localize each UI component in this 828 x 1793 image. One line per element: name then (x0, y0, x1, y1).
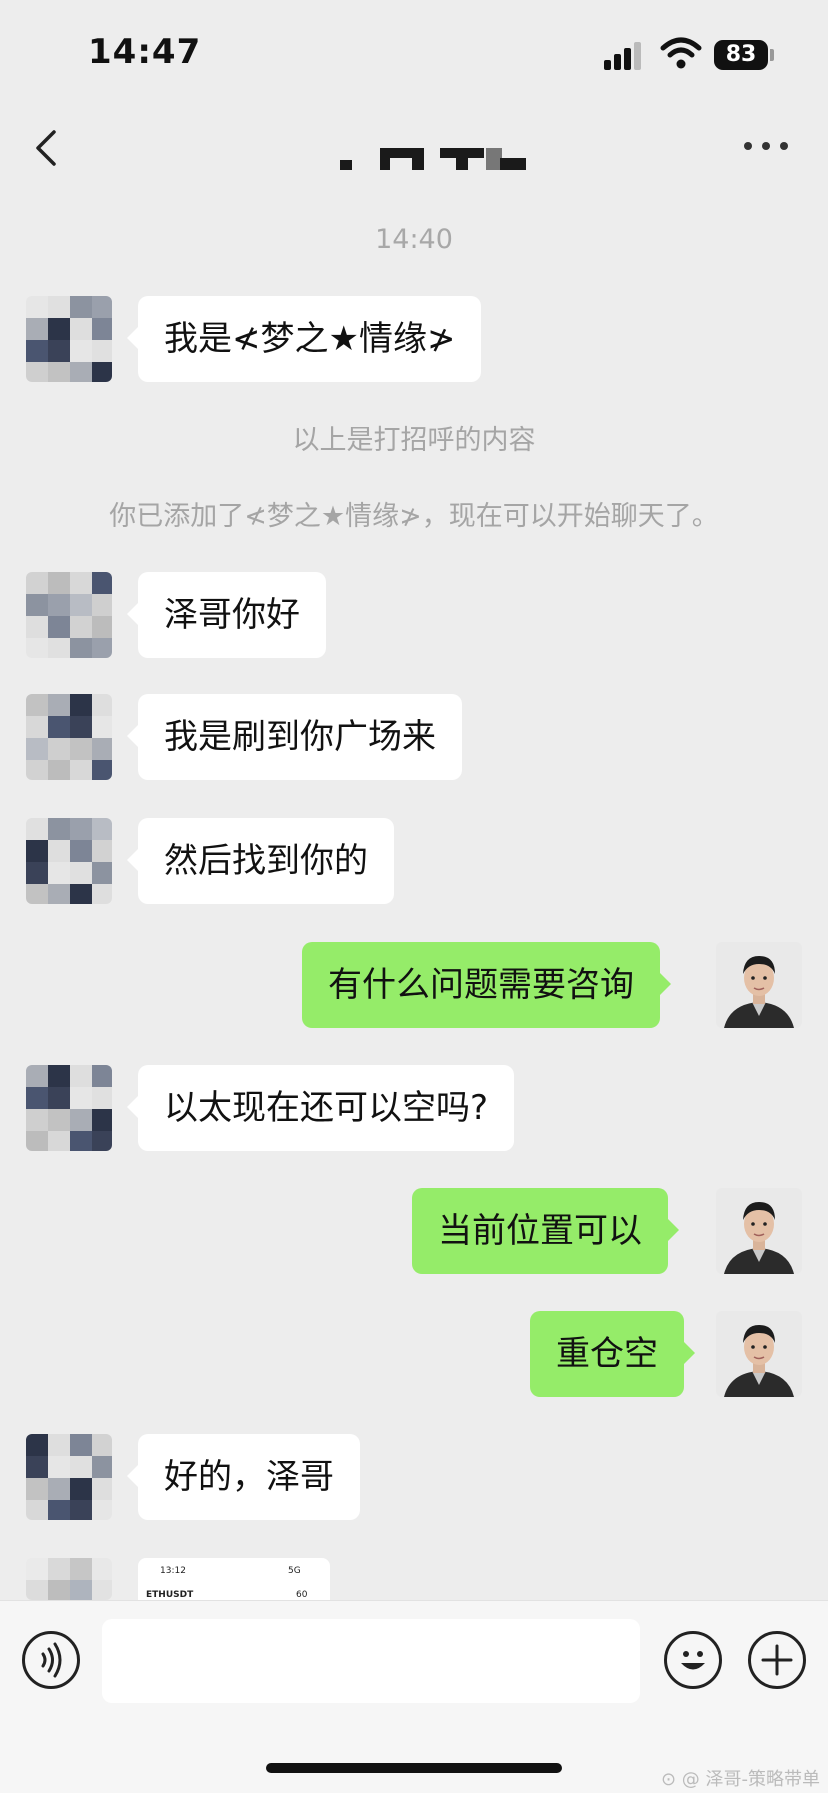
contact-avatar[interactable] (26, 1065, 112, 1151)
contact-avatar[interactable] (26, 1558, 112, 1600)
status-time: 14:47 (88, 32, 202, 72)
contact-avatar[interactable] (26, 572, 112, 658)
my-avatar[interactable] (716, 942, 802, 1028)
chat-header (0, 100, 828, 200)
contact-avatar[interactable] (26, 296, 112, 382)
pixelated-avatar-image (26, 296, 112, 382)
screenshot-image-message[interactable]: 13:12 5G ETHUSDT 60 (138, 1558, 330, 1602)
cellular-signal-icon (604, 42, 644, 70)
incoming-message-bubble[interactable]: 我是刷到你广场来 (127, 694, 462, 780)
incoming-message-bubble[interactable]: 以太现在还可以空吗? (126, 1065, 515, 1151)
incoming-message-bubble[interactable]: 然后找到你的 (127, 818, 394, 904)
contact-avatar[interactable] (26, 818, 112, 904)
user-portrait-image (716, 1311, 802, 1397)
more-options-icon[interactable] (744, 136, 794, 156)
friend-added-note: 你已添加了≮梦之★情缘≯，现在可以开始聊天了。 (109, 501, 719, 532)
contact-avatar[interactable] (26, 1434, 112, 1520)
contact-name-pixelated (340, 142, 526, 170)
image-network: 5G (288, 1566, 301, 1576)
my-avatar[interactable] (716, 1188, 802, 1274)
voice-input-icon[interactable] (22, 1631, 80, 1689)
back-arrow-icon[interactable] (28, 126, 68, 170)
outgoing-message-bubble[interactable]: 重仓空 (530, 1311, 695, 1397)
image-time: 13:12 (160, 1566, 186, 1576)
input-bar: ⊙ @ 泽哥-策略带单 (0, 1600, 828, 1793)
message-input[interactable] (102, 1619, 640, 1703)
incoming-message-bubble[interactable]: 好的，泽哥 (127, 1434, 360, 1520)
image-symbol: ETHUSDT (146, 1590, 194, 1600)
greeting-note: 以上是打招呼的内容 (292, 425, 536, 456)
pixelated-avatar-image (26, 572, 112, 658)
incoming-message-bubble[interactable]: 泽哥你好 (127, 572, 326, 658)
pixelated-avatar-image (26, 818, 112, 904)
outgoing-message-bubble[interactable]: 当前位置可以 (412, 1188, 679, 1274)
my-avatar[interactable] (716, 1311, 802, 1397)
wifi-icon (660, 37, 702, 69)
pixelated-avatar-image (26, 1434, 112, 1520)
chat-timestamp: 14:40 (375, 224, 453, 255)
status-bar: 14:47 83 (0, 0, 828, 100)
emoji-icon[interactable] (664, 1631, 722, 1689)
image-value: 60 (296, 1590, 308, 1600)
battery-indicator: 83 (714, 40, 768, 70)
outgoing-message-bubble[interactable]: 有什么问题需要咨询 (302, 942, 671, 1028)
add-attachment-icon[interactable] (748, 1631, 806, 1689)
pixelated-avatar-image (26, 1065, 112, 1151)
contact-avatar[interactable] (26, 694, 112, 780)
user-portrait-image (716, 942, 802, 1028)
home-indicator (266, 1763, 562, 1773)
watermark: ⊙ @ 泽哥-策略带单 (660, 1769, 820, 1790)
user-portrait-image (716, 1188, 802, 1274)
incoming-message-bubble[interactable]: 我是≮梦之★情缘≯ (126, 296, 482, 382)
pixelated-avatar-image (26, 694, 112, 780)
battery-tip (770, 49, 774, 61)
